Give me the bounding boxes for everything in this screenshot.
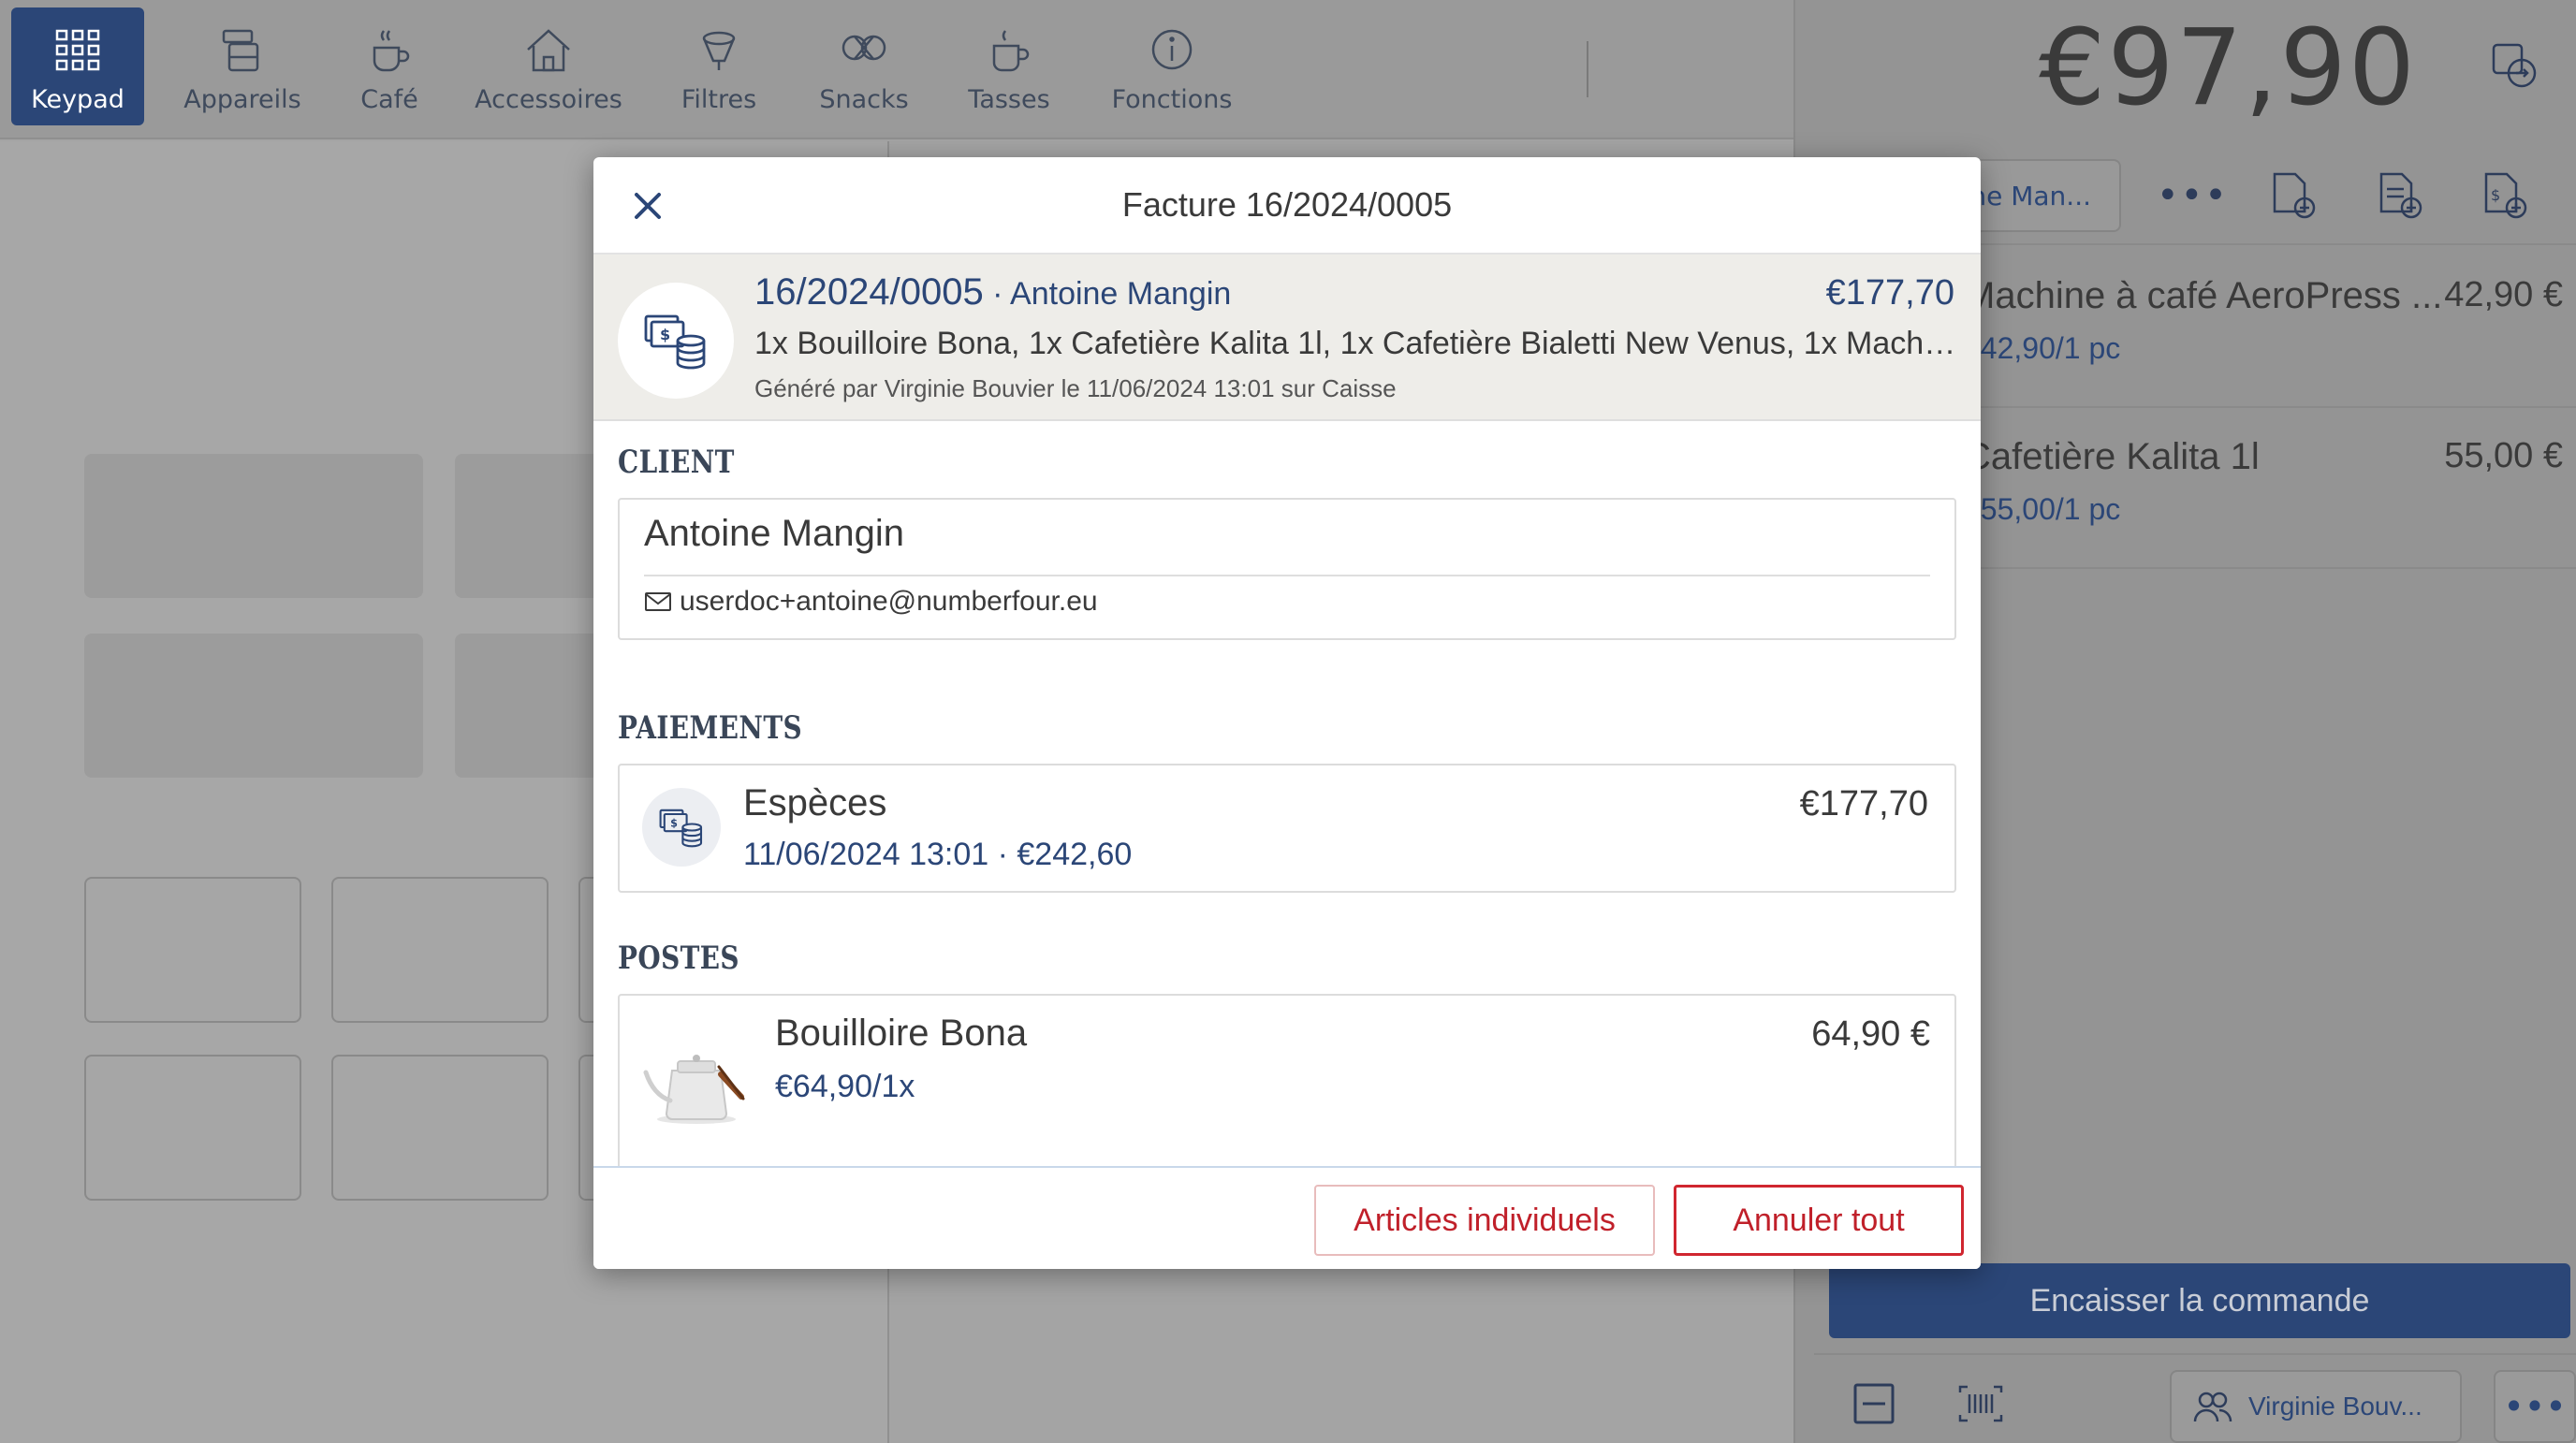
line-item-unit: €55,00/1 pc <box>1964 492 2121 526</box>
divider <box>644 575 1930 576</box>
category-bar: Keypad Appareils Café Accessoires Filtre… <box>0 0 1793 139</box>
barcode-icon[interactable] <box>1956 1383 2005 1428</box>
category-snacks[interactable]: Snacks <box>814 7 914 125</box>
category-label: Tasses <box>968 85 1050 114</box>
payment-amount: €177,70 <box>1799 784 1928 824</box>
cash-icon: $ <box>659 809 703 848</box>
position-amount: 64,90 € <box>1811 1014 1930 1054</box>
invoice-customer: Antoine Mangin <box>1010 276 1232 312</box>
category-label: Keypad <box>31 85 124 114</box>
add-document-icon[interactable] <box>2372 168 2424 225</box>
line-item-price: 55,00 € <box>2444 436 2563 475</box>
position-unit: €64,90/1x <box>775 1069 915 1104</box>
info-icon <box>1151 29 1193 70</box>
mail-icon <box>645 592 671 611</box>
line-item-price: 42,90 € <box>2444 275 2563 314</box>
dialog-body[interactable]: CLIENT Antoine Mangin userdoc+antoine@nu… <box>593 421 1981 1175</box>
dialog-footer: Articles individuels Annuler tout <box>593 1166 1981 1269</box>
coffee-cup-icon <box>373 30 410 72</box>
line-item-name: Cafetière Kalita 1l <box>1964 436 2260 477</box>
appliances-icon <box>222 29 259 72</box>
kettle-image <box>643 1055 745 1124</box>
checkout-button[interactable]: Encaisser la commande <box>1829 1263 2570 1338</box>
keypad-tile[interactable] <box>331 1055 549 1201</box>
user-button-label: Virginie Bouv... <box>2248 1392 2422 1421</box>
category-label: Filtres <box>681 85 757 114</box>
invoice-separator: · <box>983 276 1011 312</box>
keypad-tile[interactable] <box>84 1055 301 1201</box>
category-tasses[interactable]: Tasses <box>959 7 1060 125</box>
cash-avatar: $ <box>642 788 721 867</box>
order-total: €97,90 <box>2039 7 2417 129</box>
category-label: Snacks <box>819 85 909 114</box>
category-label: Fonctions <box>1111 85 1233 114</box>
minus-box-icon[interactable] <box>1852 1381 1896 1430</box>
client-card[interactable]: Antoine Mangin userdoc+antoine@numberfou… <box>618 498 1956 640</box>
individual-items-button[interactable]: Articles individuels <box>1314 1185 1655 1256</box>
category-label: Accessoires <box>475 85 622 114</box>
line-item-name: Machine à café AeroPress ... <box>1964 275 2443 316</box>
user-button[interactable]: Virginie Bouv... <box>2170 1370 2462 1443</box>
mug-icon <box>992 30 1030 72</box>
switch-register-icon[interactable] <box>2486 37 2542 94</box>
payment-card[interactable]: $ Espèces 11/06/2024 13:01 · €242,60 €17… <box>618 764 1956 893</box>
cash-avatar: $ <box>618 283 734 399</box>
payment-method: Espèces <box>743 782 887 824</box>
keypad-icon <box>55 29 100 71</box>
position-card[interactable]: Bouilloire Bona €64,90/1x 64,90 € <box>618 994 1956 1175</box>
client-name: Antoine Mangin <box>644 513 904 554</box>
category-accessoires[interactable]: Accessoires <box>474 7 623 125</box>
positions-heading: POSTES <box>618 940 739 977</box>
dialog-title: Facture 16/2024/0005 <box>1121 185 1453 224</box>
invoice-amount: €177,70 <box>1825 273 1954 313</box>
svg-text:$: $ <box>2491 186 2500 204</box>
invoice-meta: Généré par Virginie Bouvier le 11/06/202… <box>754 374 1397 402</box>
keypad-tile[interactable] <box>331 877 549 1023</box>
users-icon <box>2193 1392 2232 1422</box>
category-appareils[interactable]: Appareils <box>180 7 305 125</box>
line-item-unit: €42,90/1 pc <box>1964 331 2121 365</box>
filter-icon <box>702 31 736 70</box>
invoice-items: 1x Bouilloire Bona, 1x Cafetière Kalita … <box>754 326 1962 361</box>
invoice-number-line: 16/2024/0005 · Antoine Mangin <box>754 271 1231 313</box>
payment-details: 11/06/2024 13:01 · €242,60 <box>743 837 1133 872</box>
product-tile-placeholder <box>84 634 423 778</box>
add-invoice-icon[interactable] <box>2265 168 2318 225</box>
more-options-icon[interactable]: ••• <box>2157 174 2229 217</box>
divider <box>1587 41 1588 97</box>
payments-heading: PAIEMENTS <box>618 709 803 747</box>
svg-text:$: $ <box>670 817 678 829</box>
dialog-header: Facture 16/2024/0005 <box>593 157 1981 255</box>
category-fonctions[interactable]: Fonctions <box>1106 7 1237 125</box>
pretzel-icon <box>842 35 886 61</box>
category-filtres[interactable]: Filtres <box>672 7 766 125</box>
close-button[interactable] <box>620 178 676 234</box>
invoice-summary: $ 16/2024/0005 · Antoine Mangin €177,70 … <box>593 255 1981 421</box>
position-name: Bouilloire Bona <box>775 1013 1028 1054</box>
category-keypad[interactable]: Keypad <box>11 7 144 125</box>
client-email-row: userdoc+antoine@numberfour.eu <box>644 586 1098 618</box>
svg-text:$: $ <box>660 326 670 343</box>
close-icon <box>635 193 661 219</box>
house-icon <box>527 29 570 72</box>
cash-icon: $ <box>644 314 706 370</box>
keypad-tile[interactable] <box>84 877 301 1023</box>
customer-button-label: ne Man... <box>1969 180 2091 211</box>
category-label: Appareils <box>183 85 301 114</box>
category-label: Café <box>360 85 418 114</box>
cancel-all-button[interactable]: Annuler tout <box>1674 1185 1964 1256</box>
invoice-number: 16/2024/0005 <box>754 271 984 313</box>
add-receipt-icon[interactable]: $ <box>2477 168 2529 225</box>
client-heading: CLIENT <box>618 444 735 481</box>
category-cafe[interactable]: Café <box>343 7 436 125</box>
client-email: userdoc+antoine@numberfour.eu <box>680 586 1098 617</box>
invoice-dialog: Facture 16/2024/0005 $ 16/2024/0005 · An… <box>593 157 1981 1269</box>
product-tile-placeholder <box>84 454 423 598</box>
more-button[interactable]: ••• <box>2494 1370 2576 1443</box>
